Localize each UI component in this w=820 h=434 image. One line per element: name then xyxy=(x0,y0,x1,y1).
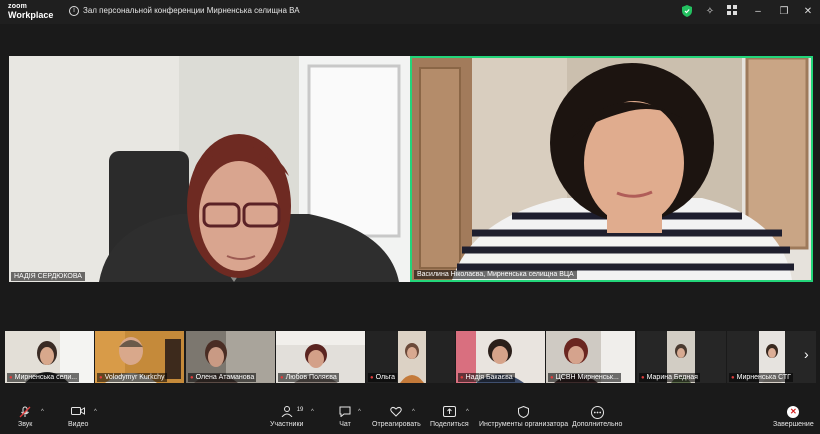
more-icon xyxy=(590,406,604,419)
chevron-up-icon[interactable]: ^ xyxy=(412,409,415,415)
audio-button[interactable]: Звук xyxy=(18,406,32,428)
shield-icon xyxy=(517,405,531,419)
mic-muted-icon: ● xyxy=(99,375,103,381)
audio-label: Звук xyxy=(18,421,33,428)
logo-line2: Workplace xyxy=(8,10,54,20)
thumbnail-tile[interactable]: ● Volodymyr Kurkchy xyxy=(95,331,184,383)
chat-icon xyxy=(338,406,352,418)
thumbnail-tile[interactable]: ● Мирненська СТГ xyxy=(727,331,816,383)
grid-icon[interactable] xyxy=(725,5,739,19)
thumbnail-name-text: Мирненська сели... xyxy=(14,374,78,381)
participant-video xyxy=(9,56,410,282)
minimize-icon[interactable]: – xyxy=(751,5,765,19)
shield-icon[interactable] xyxy=(680,5,694,19)
meeting-title: Зал персональной конференции Мирненська … xyxy=(83,6,300,15)
thumbnail-name: ● Любов Поляєва xyxy=(278,373,339,382)
close-icon[interactable]: ✕ xyxy=(801,5,815,19)
thumbnail-name: ● Олена Атаманова xyxy=(188,373,257,382)
info-icon[interactable]: i xyxy=(69,6,79,16)
thumbnail-name-text: Олена Атаманова xyxy=(195,374,255,381)
magic-icon[interactable]: ✧ xyxy=(703,5,717,19)
participants-button[interactable]: 19 Участники xyxy=(270,406,303,428)
thumbnail-name: ● Volodymyr Kurkchy xyxy=(97,373,167,382)
participants-count: 19 xyxy=(296,407,304,413)
chevron-up-icon[interactable]: ^ xyxy=(41,409,44,415)
chat-label: Чат xyxy=(339,421,351,428)
video-camera-icon xyxy=(71,406,86,418)
thumbnail-name-text: Надія Бакаєва xyxy=(465,374,513,381)
thumbnail-name: ● ЦСВН Мирненськ... xyxy=(548,373,621,382)
mic-muted-icon: ● xyxy=(460,375,464,381)
meeting-toolbar: Звук ^ Видео ^ 19 Участники ^ Чат ^ Отре… xyxy=(0,400,820,434)
end-call-icon xyxy=(787,406,800,418)
thumbnail-name-text: Любов Поляєва xyxy=(285,374,337,381)
mic-muted-icon: ● xyxy=(280,375,284,381)
thumbnail-name: ● Мирненська сели... xyxy=(7,373,80,382)
mic-muted-icon xyxy=(18,406,32,418)
participants-icon: 19 xyxy=(280,406,303,418)
chat-button[interactable]: Чат xyxy=(338,406,352,428)
end-label: Завершение xyxy=(773,421,814,428)
chevron-right-icon[interactable]: › xyxy=(804,347,809,361)
thumbnail-name: ● Ольга xyxy=(368,373,398,382)
share-screen-icon xyxy=(442,406,456,418)
thumbnail-name: ● Марина Бедная xyxy=(639,373,700,382)
thumbnail-name-text: Мирненська СТГ xyxy=(736,374,791,381)
host-tools-button[interactable]: Инструменты организатора xyxy=(479,405,569,428)
zoom-logo: zoom Workplace xyxy=(8,3,53,20)
chevron-up-icon[interactable]: ^ xyxy=(94,409,97,415)
video-tile-main[interactable]: НАДІЯ СЕРДЮКОВА xyxy=(9,56,410,282)
video-tile-active-speaker[interactable]: Василина Ніколаєва, Мирненська селищна В… xyxy=(410,56,813,282)
mic-muted-icon: ● xyxy=(641,375,645,381)
thumbnail-name-text: Volodymyr Kurkchy xyxy=(104,374,165,381)
thumbnail-tile[interactable]: ● ЦСВН Мирненськ... xyxy=(546,331,635,383)
react-label: Отреагировать xyxy=(372,421,421,428)
share-button[interactable]: Поделиться xyxy=(430,406,469,428)
participant-name-tag: НАДІЯ СЕРДЮКОВА xyxy=(11,272,85,281)
thumbnail-tile[interactable]: ● Надія Бакаєва xyxy=(456,331,545,383)
thumbnail-name: ● Надія Бакаєва xyxy=(458,373,515,382)
mic-muted-icon: ● xyxy=(550,375,554,381)
participant-name-tag: Василина Ніколаєва, Мирненська селищна В… xyxy=(414,270,577,279)
video-label: Видео xyxy=(68,421,89,428)
more-button[interactable]: Дополнительно xyxy=(572,406,622,428)
chevron-up-icon[interactable]: ^ xyxy=(358,409,361,415)
share-label: Поделиться xyxy=(430,421,469,428)
chevron-up-icon[interactable]: ^ xyxy=(466,409,469,415)
thumbnail-name-text: ЦСВН Мирненськ... xyxy=(555,374,619,381)
thumbnail-tile[interactable]: ● Олена Атаманова xyxy=(186,331,275,383)
thumbnail-tile[interactable]: ● Ольга xyxy=(366,331,455,383)
thumbnail-strip: ● Мирненська сели... ● Volodymyr Kurkchy ●… xyxy=(5,331,817,383)
video-button[interactable]: Видео xyxy=(68,406,88,428)
title-bar: zoom Workplace i Зал персональной конфер… xyxy=(0,0,820,24)
mic-muted-icon: ● xyxy=(9,375,13,381)
participant-video xyxy=(412,58,811,280)
thumbnail-name: ● Мирненська СТГ xyxy=(729,373,793,382)
thumbnail-name-text: Ольга xyxy=(375,374,396,381)
thumbnail-tile[interactable]: ● Мирненська сели... xyxy=(5,331,94,383)
logo-line1: zoom xyxy=(8,3,28,10)
mic-muted-icon: ● xyxy=(731,375,735,381)
more-label: Дополнительно xyxy=(572,421,623,428)
chevron-up-icon[interactable]: ^ xyxy=(311,409,314,415)
mic-muted-icon: ● xyxy=(190,375,194,381)
mic-muted-icon: ● xyxy=(370,375,374,381)
thumbnail-tile[interactable]: ● Любов Поляєва xyxy=(276,331,365,383)
thumbnail-tile[interactable]: ● Марина Бедная xyxy=(637,331,726,383)
end-meeting-button[interactable]: Завершение xyxy=(773,406,814,428)
thumbnail-name-text: Марина Бедная xyxy=(646,374,698,381)
participants-label: Участники xyxy=(270,421,304,428)
restore-icon[interactable]: ❐ xyxy=(777,5,791,19)
host-tools-label: Инструменты организатора xyxy=(479,421,569,428)
heart-icon xyxy=(389,406,403,418)
